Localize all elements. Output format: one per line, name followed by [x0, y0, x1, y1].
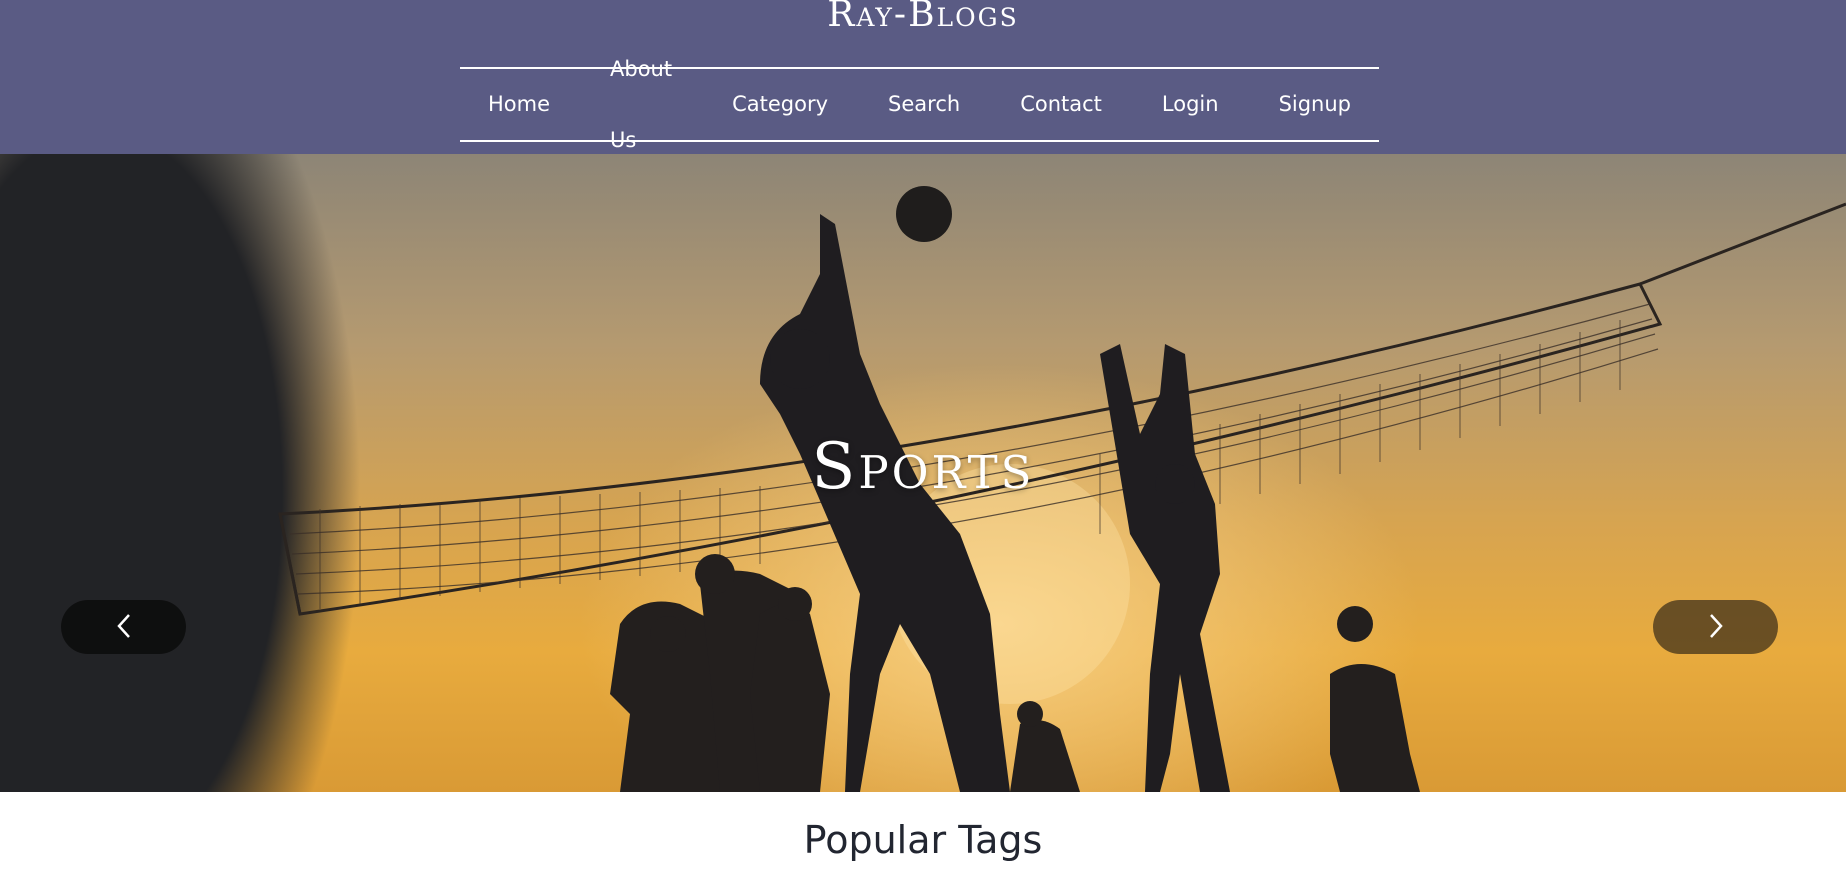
site-header: Ray-Blogs Home About Us Category Search …: [0, 0, 1846, 154]
hero-carousel: Sports: [0, 154, 1846, 792]
popular-tags-title: Popular Tags: [803, 818, 1043, 862]
carousel-next-button[interactable]: [1653, 600, 1778, 654]
nav-home[interactable]: Home: [458, 69, 580, 140]
nav-contact[interactable]: Contact: [990, 69, 1132, 140]
nav-search[interactable]: Search: [858, 69, 990, 140]
carousel-prev-button[interactable]: [61, 600, 186, 654]
main-nav: Home About Us Category Search Contact Lo…: [458, 57, 1381, 152]
nav-category[interactable]: Category: [702, 69, 858, 140]
nav-signup[interactable]: Signup: [1249, 69, 1381, 140]
chevron-left-icon: [115, 612, 133, 643]
site-brand[interactable]: Ray-Blogs: [0, 0, 1846, 35]
chevron-right-icon: [1707, 612, 1725, 643]
slide-caption: Sports: [811, 430, 1035, 504]
nav-login[interactable]: Login: [1132, 69, 1249, 140]
